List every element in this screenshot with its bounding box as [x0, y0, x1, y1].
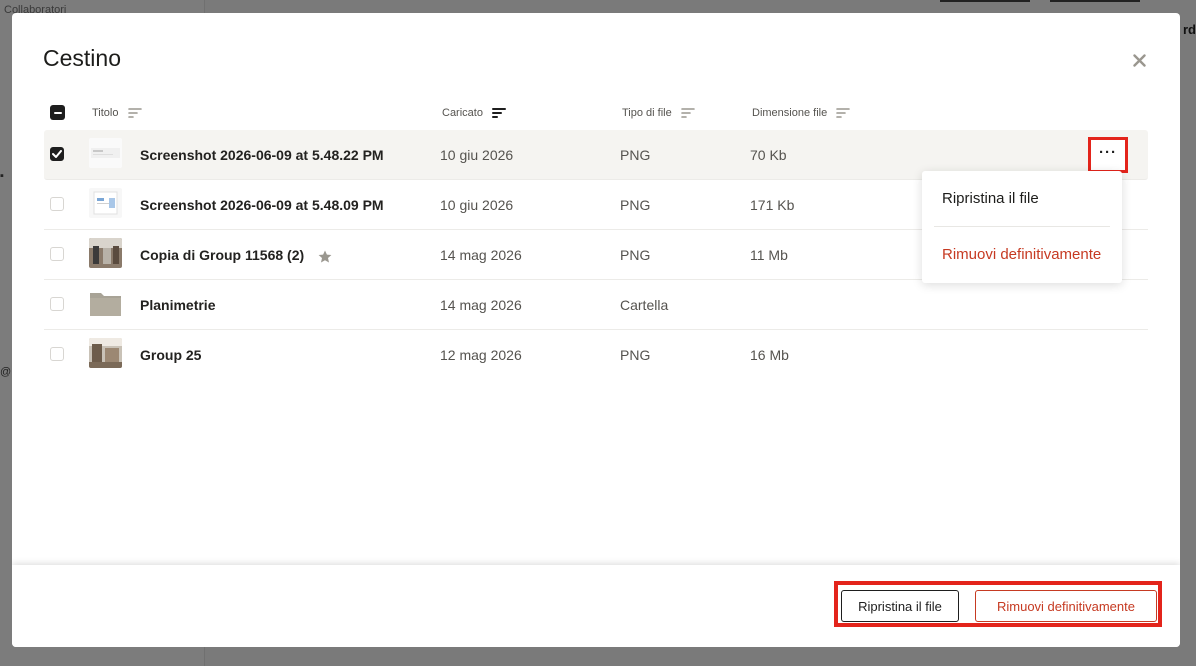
file-size: 70 Kb	[750, 146, 787, 163]
file-title: Copia di Group 11568 (2)	[140, 230, 332, 279]
file-type: PNG	[620, 146, 651, 163]
file-title: Group 25	[140, 346, 202, 363]
menu-divider	[934, 226, 1110, 227]
row-checkbox[interactable]	[50, 297, 64, 311]
background-top-button	[940, 0, 1030, 2]
file-title: Planimetrie	[140, 296, 216, 313]
file-size: 16 Mb	[750, 346, 789, 363]
star-icon[interactable]	[318, 250, 332, 263]
file-date: 14 mag 2026	[440, 246, 522, 263]
file-size: 171 Kb	[750, 196, 795, 213]
file-type: PNG	[620, 246, 651, 263]
column-label: Caricato	[442, 107, 483, 119]
background-top-text: rd	[1183, 22, 1196, 37]
file-date: 12 mag 2026	[440, 346, 522, 363]
file-thumbnail	[89, 238, 122, 268]
sort-active-icon	[491, 108, 506, 118]
column-file-size[interactable]: Dimensione file	[752, 107, 851, 119]
file-type: Cartella	[620, 296, 669, 313]
file-type: PNG	[620, 346, 651, 363]
file-thumbnail	[89, 188, 122, 218]
delete-permanently-button[interactable]: Rimuovi definitivamente	[975, 590, 1157, 622]
file-title: Screenshot 2026-06-09 at 5.48.22 PM	[140, 146, 384, 163]
folder-icon	[89, 288, 122, 318]
table-row[interactable]: Planimetrie 14 mag 2026 Cartella	[44, 280, 1148, 330]
column-file-type[interactable]: Tipo di file	[622, 107, 695, 119]
file-title: Screenshot 2026-06-09 at 5.48.09 PM	[140, 196, 384, 213]
close-icon	[1132, 53, 1146, 67]
sidebar-at-icon: @	[0, 366, 12, 378]
file-thumbnail	[89, 138, 122, 168]
row-checkbox[interactable]	[50, 147, 64, 161]
column-uploaded[interactable]: Caricato	[442, 107, 506, 119]
row-checkbox[interactable]	[50, 247, 64, 261]
column-label: Tipo di file	[622, 107, 672, 119]
background-top-button	[1050, 0, 1140, 2]
row-checkbox[interactable]	[50, 197, 64, 211]
row-options-menu: Ripristina il file Rimuovi definitivamen…	[922, 171, 1122, 283]
sort-icon	[836, 108, 851, 118]
file-title-text: Copia di Group 11568 (2)	[140, 246, 305, 263]
menu-item-restore[interactable]: Ripristina il file	[942, 190, 1039, 207]
table-header: Titolo Caricato Tipo di file Dimensione …	[12, 107, 1180, 121]
column-title[interactable]: Titolo	[92, 107, 142, 119]
file-size: 11 Mb	[750, 246, 788, 263]
row-checkbox[interactable]	[50, 347, 64, 361]
table-row[interactable]: Group 25 12 mag 2026 PNG 16 Mb	[44, 330, 1148, 379]
modal-footer: Ripristina il file Rimuovi definitivamen…	[12, 565, 1180, 647]
sort-icon	[680, 108, 695, 118]
column-label: Dimensione file	[752, 107, 828, 119]
file-date: 14 mag 2026	[440, 296, 522, 313]
more-dots-icon: ···	[1099, 143, 1117, 161]
close-button[interactable]	[1128, 49, 1150, 71]
sidebar-icon: ▪	[0, 170, 4, 182]
restore-file-button[interactable]: Ripristina il file	[841, 590, 959, 622]
file-date: 10 giu 2026	[440, 146, 514, 163]
sort-icon	[127, 108, 142, 118]
file-date: 10 giu 2026	[440, 196, 514, 213]
trash-modal: Cestino Titolo Caricato Tipo di file Dim…	[12, 13, 1180, 647]
check-icon	[52, 150, 62, 158]
column-label: Titolo	[92, 107, 119, 119]
file-thumbnail	[89, 338, 122, 368]
more-options-button[interactable]: ···	[1088, 137, 1128, 173]
menu-item-delete-permanently[interactable]: Rimuovi definitivamente	[942, 246, 1101, 263]
file-type: PNG	[620, 196, 651, 213]
modal-title: Cestino	[43, 45, 121, 71]
